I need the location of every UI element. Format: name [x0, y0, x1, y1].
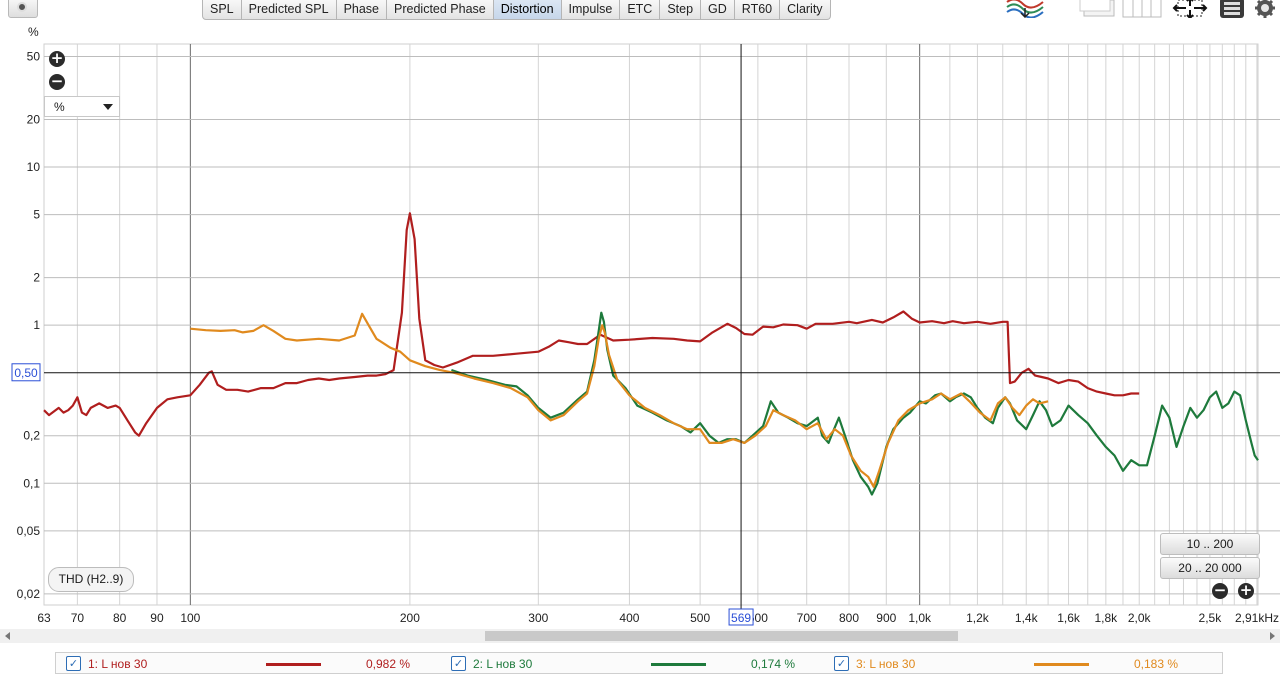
- x-tick-label: 80: [113, 611, 127, 625]
- plot-area: [43, 43, 1259, 606]
- x-tick-label: 1,4k: [1015, 611, 1039, 625]
- legend-value-2: 0,174 %: [751, 657, 796, 671]
- x-tick-label: 900: [876, 611, 896, 625]
- horizontal-scrollbar[interactable]: [0, 629, 1280, 643]
- y-tick-label: 0,05: [17, 524, 41, 538]
- y-tick-label: 10: [27, 160, 41, 174]
- x-tick-label: 700: [797, 611, 817, 625]
- x-tick-label: 1,8k: [1095, 611, 1119, 625]
- legend-checkbox-3[interactable]: ✓: [834, 656, 849, 671]
- legend-value-1: 0,982 %: [366, 657, 411, 671]
- range-10-200-button[interactable]: 10 .. 200: [1160, 533, 1260, 555]
- legend-label-2: 2: L нов 30: [473, 657, 533, 671]
- x-zoom-in-icon[interactable]: +: [1238, 583, 1254, 599]
- y-tick-label: 0,1: [23, 476, 40, 490]
- scroll-right-icon[interactable]: [1270, 632, 1275, 640]
- y-tick-label: 1: [33, 318, 40, 332]
- y-zoom-in-icon[interactable]: +: [49, 51, 65, 67]
- legend-label-3: 3: L нов 30: [856, 657, 916, 671]
- y-unit-label: %: [28, 25, 39, 39]
- y-tick-label: 50: [27, 50, 41, 64]
- legend-swatch-2: [651, 663, 706, 666]
- scrollbar-thumb[interactable]: [485, 631, 958, 641]
- legend-value-3: 0,183 %: [1134, 657, 1179, 671]
- cursor-level-readout: 0,50: [14, 366, 38, 380]
- x-tick-label: 300: [528, 611, 548, 625]
- scroll-left-icon[interactable]: [5, 632, 10, 640]
- legend-label-1: 1: L нов 30: [88, 657, 148, 671]
- measurement-legend: ✓ 1: L нов 30 0,982 % ✓ 2: L нов 30 0,174 % ✓ 3…: [55, 652, 1223, 674]
- x-tick-label: 2,5k: [1199, 611, 1223, 625]
- legend-checkbox-1[interactable]: ✓: [66, 656, 81, 671]
- x-tick-label: 500: [690, 611, 710, 625]
- unit-select[interactable]: %: [44, 96, 120, 117]
- y-tick-label: 2: [33, 271, 40, 285]
- legend-checkbox-2[interactable]: ✓: [451, 656, 466, 671]
- x-tick-label: 90: [150, 611, 164, 625]
- y-tick-label: 5: [33, 208, 40, 222]
- distortion-chart[interactable]: % 50 20 10 5 2 1 0,2 0,1 0,05 0,02 63 70 80 90 100 200 30…: [0, 0, 1280, 668]
- range-20-20000-button[interactable]: 20 .. 20 000: [1160, 557, 1260, 579]
- x-tick-label: 2,91kHz: [1235, 611, 1279, 625]
- x-tick-label: 100: [180, 611, 200, 625]
- y-zoom-out-icon[interactable]: −: [49, 74, 65, 90]
- chevron-down-icon: [103, 104, 113, 110]
- x-tick-label: 200: [400, 611, 420, 625]
- thd-badge[interactable]: THD (H2..9): [48, 567, 134, 592]
- legend-swatch-3: [1034, 663, 1089, 666]
- x-zoom-out-icon[interactable]: −: [1212, 583, 1228, 599]
- x-tick-label: 63: [37, 611, 51, 625]
- legend-swatch-1: [266, 663, 321, 666]
- x-tick-label: 70: [71, 611, 85, 625]
- y-tick-label: 0,02: [17, 587, 41, 601]
- x-tick-label: 400: [619, 611, 639, 625]
- x-tick-label: 2,0k: [1128, 611, 1152, 625]
- x-tick-label: 1,0k: [908, 611, 932, 625]
- x-tick-label: 1,2k: [966, 611, 990, 625]
- y-tick-label: 20: [27, 112, 41, 126]
- y-tick-label: 0,2: [23, 429, 40, 443]
- cursor-freq-readout: 569: [731, 611, 751, 625]
- x-tick-label: 1,6k: [1057, 611, 1081, 625]
- x-tick-label: 800: [839, 611, 859, 625]
- unit-select-value: %: [54, 100, 65, 114]
